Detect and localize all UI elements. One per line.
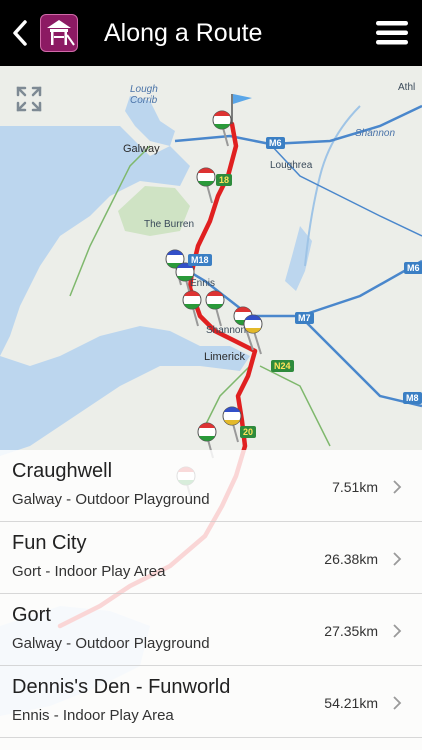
road-shield-n20: 20 [240, 426, 257, 438]
result-distance: 7.51km [332, 479, 378, 495]
map-label-loughrea: Loughrea [270, 160, 313, 171]
road-shield-n24: N24 [271, 360, 294, 372]
road-shield-m6: M6 [266, 137, 285, 149]
chevron-right-icon [393, 624, 402, 638]
page-title: Along a Route [104, 19, 263, 47]
map-label-shannon-river: Shannon [355, 128, 396, 139]
road-shield-m7: M7 [295, 312, 314, 324]
result-distance: 27.35km [324, 623, 378, 639]
hamburger-menu-icon[interactable] [376, 21, 408, 45]
chevron-left-icon[interactable] [10, 16, 30, 50]
results-list: Craughwell Galway - Outdoor Playground 7… [0, 450, 422, 750]
road-shield-m8: M8 [403, 392, 422, 404]
list-item[interactable]: Dennis's Den - Funworld Ennis - Indoor P… [0, 666, 422, 738]
result-name: Craughwell [12, 460, 113, 482]
map-label-lough-corrib: Lough Corrib [130, 84, 158, 106]
playground-icon [40, 14, 78, 52]
road-shield-m18-b: M18 [188, 254, 212, 266]
list-item[interactable]: Fun City Gort - Indoor Play Area 26.38km [0, 522, 422, 594]
map-label-shannon-town: Shannon [206, 325, 247, 336]
expand-arrows-icon[interactable] [14, 84, 44, 114]
chevron-right-icon [393, 696, 402, 710]
road-shield-m6-right: M6 [404, 262, 422, 274]
result-subtitle: Gort - Indoor Play Area [12, 563, 166, 580]
result-distance: 54.21km [324, 695, 378, 711]
result-name: Fun City [12, 532, 87, 554]
map-label-ennis: Ennis [190, 278, 216, 289]
chevron-right-icon [393, 552, 402, 566]
result-name: Dennis's Den - Funworld [12, 676, 231, 698]
map-label-athlone: Athl [398, 82, 416, 93]
app-header: Along a Route [0, 0, 422, 66]
map-label-galway: Galway [123, 143, 160, 155]
result-subtitle: Ennis - Indoor Play Area [12, 707, 174, 724]
result-subtitle: Galway - Outdoor Playground [12, 491, 210, 508]
result-subtitle: Galway - Outdoor Playground [12, 635, 210, 652]
map-label-limerick: Limerick [204, 351, 245, 363]
map-label-the-burren: The Burren [144, 219, 195, 230]
list-item[interactable]: Gort Galway - Outdoor Playground 27.35km [0, 594, 422, 666]
result-name: Gort [12, 604, 51, 626]
list-item[interactable]: Craughwell Galway - Outdoor Playground 7… [0, 450, 422, 522]
road-shield-m18-a: 18 [216, 174, 233, 186]
result-distance: 26.38km [324, 551, 378, 567]
chevron-right-icon [393, 480, 402, 494]
